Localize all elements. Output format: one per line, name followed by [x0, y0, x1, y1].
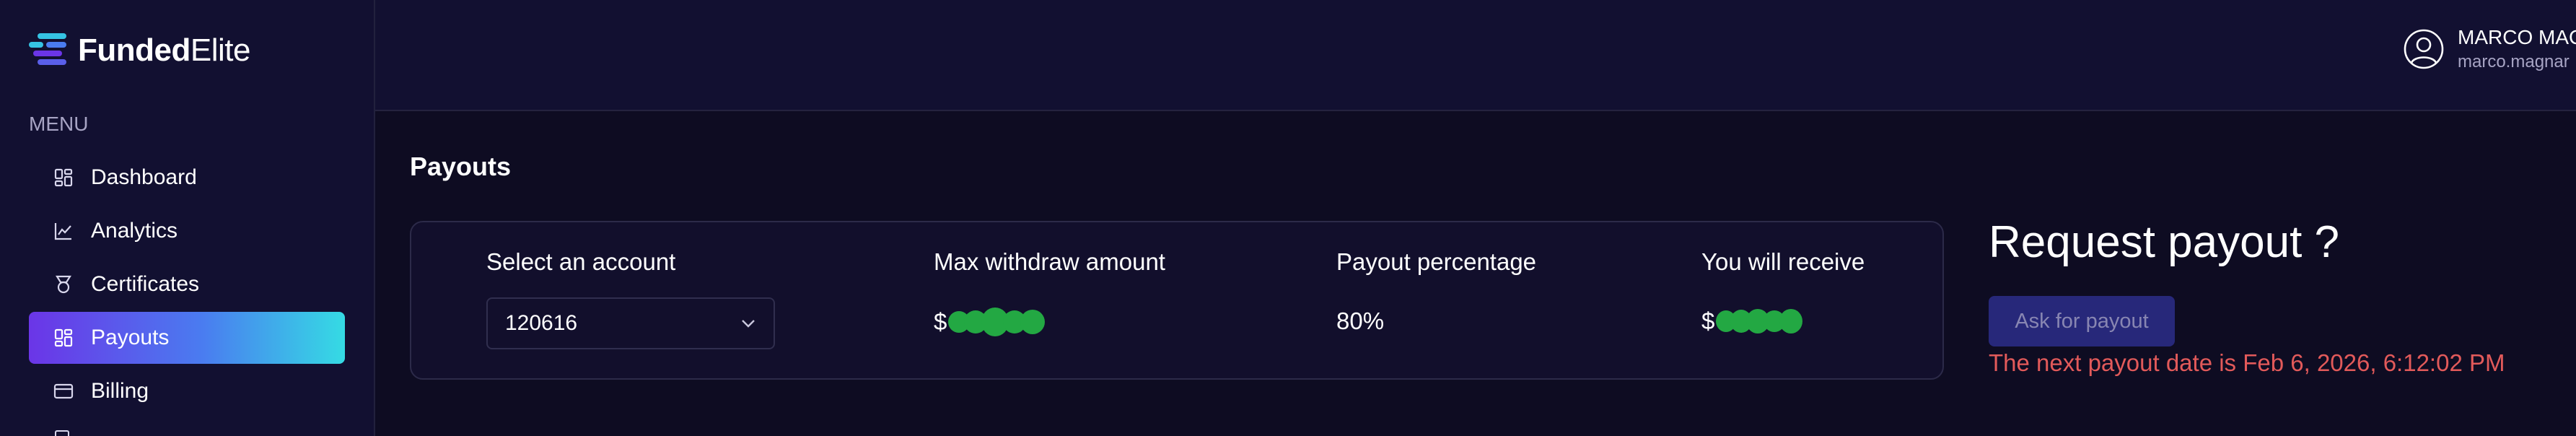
top-bar: [375, 0, 2576, 111]
chevron-down-icon: [742, 320, 755, 328]
sidebar-item-label: Billing: [91, 379, 149, 403]
you-will-receive-label: You will receive: [1701, 248, 1865, 275]
menu-label: MENU: [29, 113, 89, 135]
ask-for-payout-button[interactable]: Ask for payout: [1989, 296, 2175, 346]
sidebar-item-label: Analytics: [91, 219, 178, 243]
currency-symbol: $: [1701, 308, 1715, 334]
payouts-icon: [53, 328, 74, 348]
dashboard-icon: [53, 167, 74, 188]
currency-symbol: $: [934, 308, 947, 335]
user-info: MARCO MAC marco.magnar: [2458, 26, 2576, 72]
brand-logo[interactable]: FundedElite: [27, 32, 250, 69]
logo-icon: [29, 33, 66, 65]
chart-line-icon: [53, 221, 74, 241]
sidebar-item-partial-icon: [55, 430, 69, 436]
sidebar-item-payouts[interactable]: Payouts: [29, 312, 345, 364]
max-withdraw-value: $: [934, 308, 1046, 336]
you-will-receive-value: $: [1701, 308, 1803, 335]
max-withdraw-label: Max withdraw amount: [934, 248, 1165, 275]
payout-summary-card: Select an account 120616 Max withdraw am…: [410, 221, 1944, 380]
account-select-value: 120616: [505, 311, 578, 335]
payout-percentage-value: 80%: [1336, 308, 1385, 334]
sidebar-item-certificates[interactable]: Certificates: [29, 258, 345, 310]
next-payout-date-message: The next payout date is Feb 6, 2026, 6:1…: [1989, 349, 2505, 376]
credit-card-icon: [53, 381, 74, 401]
user-email: marco.magnar: [2458, 52, 2570, 71]
user-name: MARCO MAC: [2458, 26, 2576, 48]
medal-icon: [53, 274, 74, 295]
user-menu[interactable]: MARCO MAC marco.magnar: [2403, 26, 2576, 72]
sidebar-item-analytics[interactable]: Analytics: [29, 205, 345, 257]
redacted-amount: [1714, 309, 1803, 333]
page-title: Payouts: [410, 152, 512, 181]
payout-percentage-label: Payout percentage: [1336, 248, 1537, 275]
request-payout-title: Request payout ?: [1989, 217, 2340, 267]
sidebar-item-label: Payouts: [91, 326, 170, 349]
sidebar-item-billing[interactable]: Billing: [29, 365, 345, 417]
brand-name: FundedElite: [78, 32, 250, 68]
account-select[interactable]: 120616: [486, 297, 775, 349]
sidebar-item-label: Certificates: [91, 272, 200, 296]
sidebar: FundedElite MENU Dashboard Analytics Cer…: [0, 0, 375, 436]
redacted-amount: [947, 308, 1046, 336]
user-avatar-icon: [2404, 29, 2444, 69]
sidebar-item-label: Dashboard: [91, 165, 197, 189]
sidebar-item-dashboard[interactable]: Dashboard: [29, 152, 345, 204]
account-select-label: Select an account: [486, 248, 676, 275]
